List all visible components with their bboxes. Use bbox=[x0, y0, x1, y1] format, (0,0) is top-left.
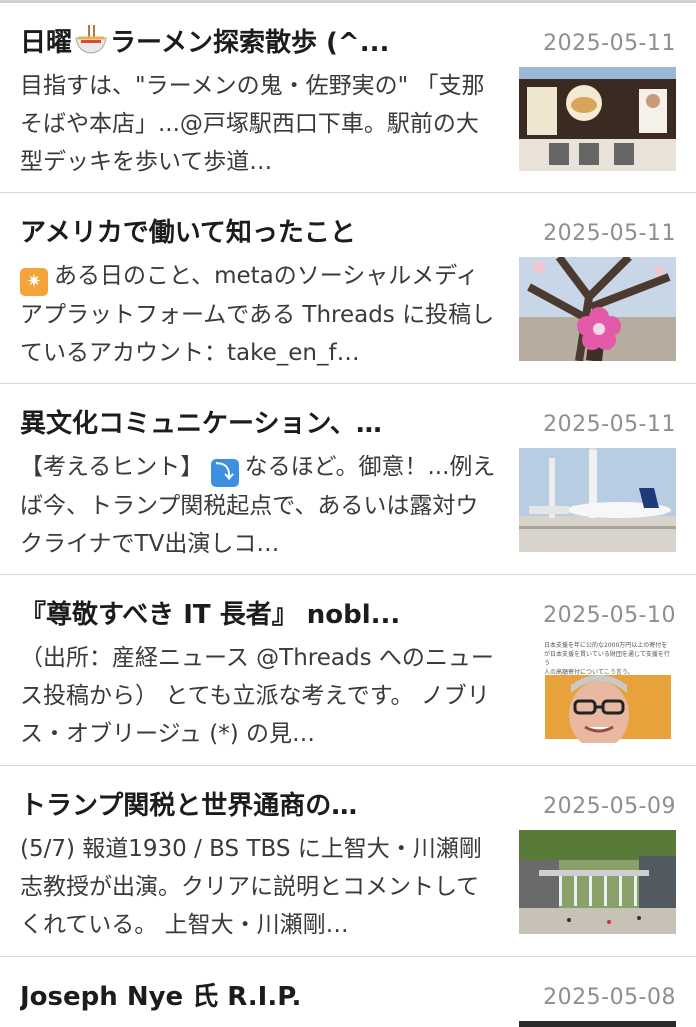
article-title: Joseph Nye 氏 R.I.P. bbox=[20, 982, 302, 1012]
cherry-tree-photo[interactable] bbox=[519, 257, 676, 361]
plaza-fountain-photo[interactable] bbox=[519, 830, 676, 934]
article-excerpt: (5/7) 報道1930 / BS TBS に上智大・川瀬剛志教授が出演。クリア… bbox=[20, 836, 482, 938]
article-title: トランプ関税と世界通商の… bbox=[20, 791, 358, 821]
ramen-shop-photo[interactable] bbox=[519, 67, 676, 171]
list-item[interactable]: 日曜 ラーメン探索散歩 (^... 2025-05-11 目指すは、"ラーメンの… bbox=[0, 3, 696, 193]
news-portrait-photo[interactable]: 日本支援を年に公的な2000万円以上の寄付を が日本支援を貫いている財団を通じて… bbox=[519, 639, 676, 743]
article-date: 2025-05-08 bbox=[543, 985, 676, 1010]
article-excerpt: 【考えるヒント】 ⤵ なるほど。御意！...例えば今、トランプ関税起点で、あるいは… bbox=[20, 448, 498, 562]
article-excerpt: 目指すは、"ラーメンの鬼・佐野実の" 「支那そばや本店」...@戸塚駅西口下車。… bbox=[20, 73, 485, 175]
article-date: 2025-05-11 bbox=[543, 31, 676, 56]
article-excerpt-text: ある日のこと、metaのソーシャルメディアプラットフォームである Threads… bbox=[20, 263, 495, 366]
sparkle-icon: ✷ bbox=[20, 268, 48, 296]
article-title: 日曜 ラーメン探索散歩 (^... bbox=[20, 25, 515, 61]
article-excerpt: （出所：産経ニュース @Threads へのニュース投稿から） とても立派な考え… bbox=[20, 645, 494, 747]
list-item[interactable]: トランプ関税と世界通商の… 2025-05-09 (5/7) 報道1930 / … bbox=[0, 766, 696, 957]
article-date: 2025-05-10 bbox=[543, 603, 676, 628]
article-title: 異文化コミュニケーション、… bbox=[20, 409, 382, 439]
list-item[interactable]: Joseph Nye 氏 R.I.P. 2025-05-08 bbox=[0, 957, 696, 1027]
article-title: 『尊敬すべき IT 長者』 nobl... bbox=[20, 600, 401, 630]
list-item[interactable]: 異文化コミュニケーション、… 2025-05-11 【考えるヒント】 ⤵ なるほど… bbox=[0, 384, 696, 575]
article-title-suffix: ラーメン探索散歩 (^... bbox=[110, 28, 390, 58]
airport-photo[interactable] bbox=[519, 448, 676, 552]
article-list: 日曜 ラーメン探索散歩 (^... 2025-05-11 目指すは、"ラーメンの… bbox=[0, 3, 696, 1027]
article-title: アメリカで働いて知ったこと bbox=[20, 218, 356, 248]
article-date: 2025-05-11 bbox=[543, 412, 676, 437]
ramen-icon bbox=[75, 25, 107, 54]
article-excerpt-prefix: 【考えるヒント】 bbox=[20, 454, 204, 480]
article-date: 2025-05-11 bbox=[543, 221, 676, 246]
article-date: 2025-05-09 bbox=[543, 794, 676, 819]
article-thumbnail[interactable] bbox=[519, 1021, 676, 1027]
article-title-prefix: 日曜 bbox=[20, 28, 73, 58]
arrow-down-right-icon: ⤵ bbox=[210, 459, 239, 487]
list-item[interactable]: 『尊敬すべき IT 長者』 nobl... 2025-05-10 （出所：産経ニ… bbox=[0, 575, 696, 766]
article-excerpt: ✷ ある日のこと、metaのソーシャルメディアプラットフォームである Thread… bbox=[20, 257, 498, 371]
list-item[interactable]: アメリカで働いて知ったこと 2025-05-11 ✷ ある日のこと、metaのソー… bbox=[0, 193, 696, 384]
